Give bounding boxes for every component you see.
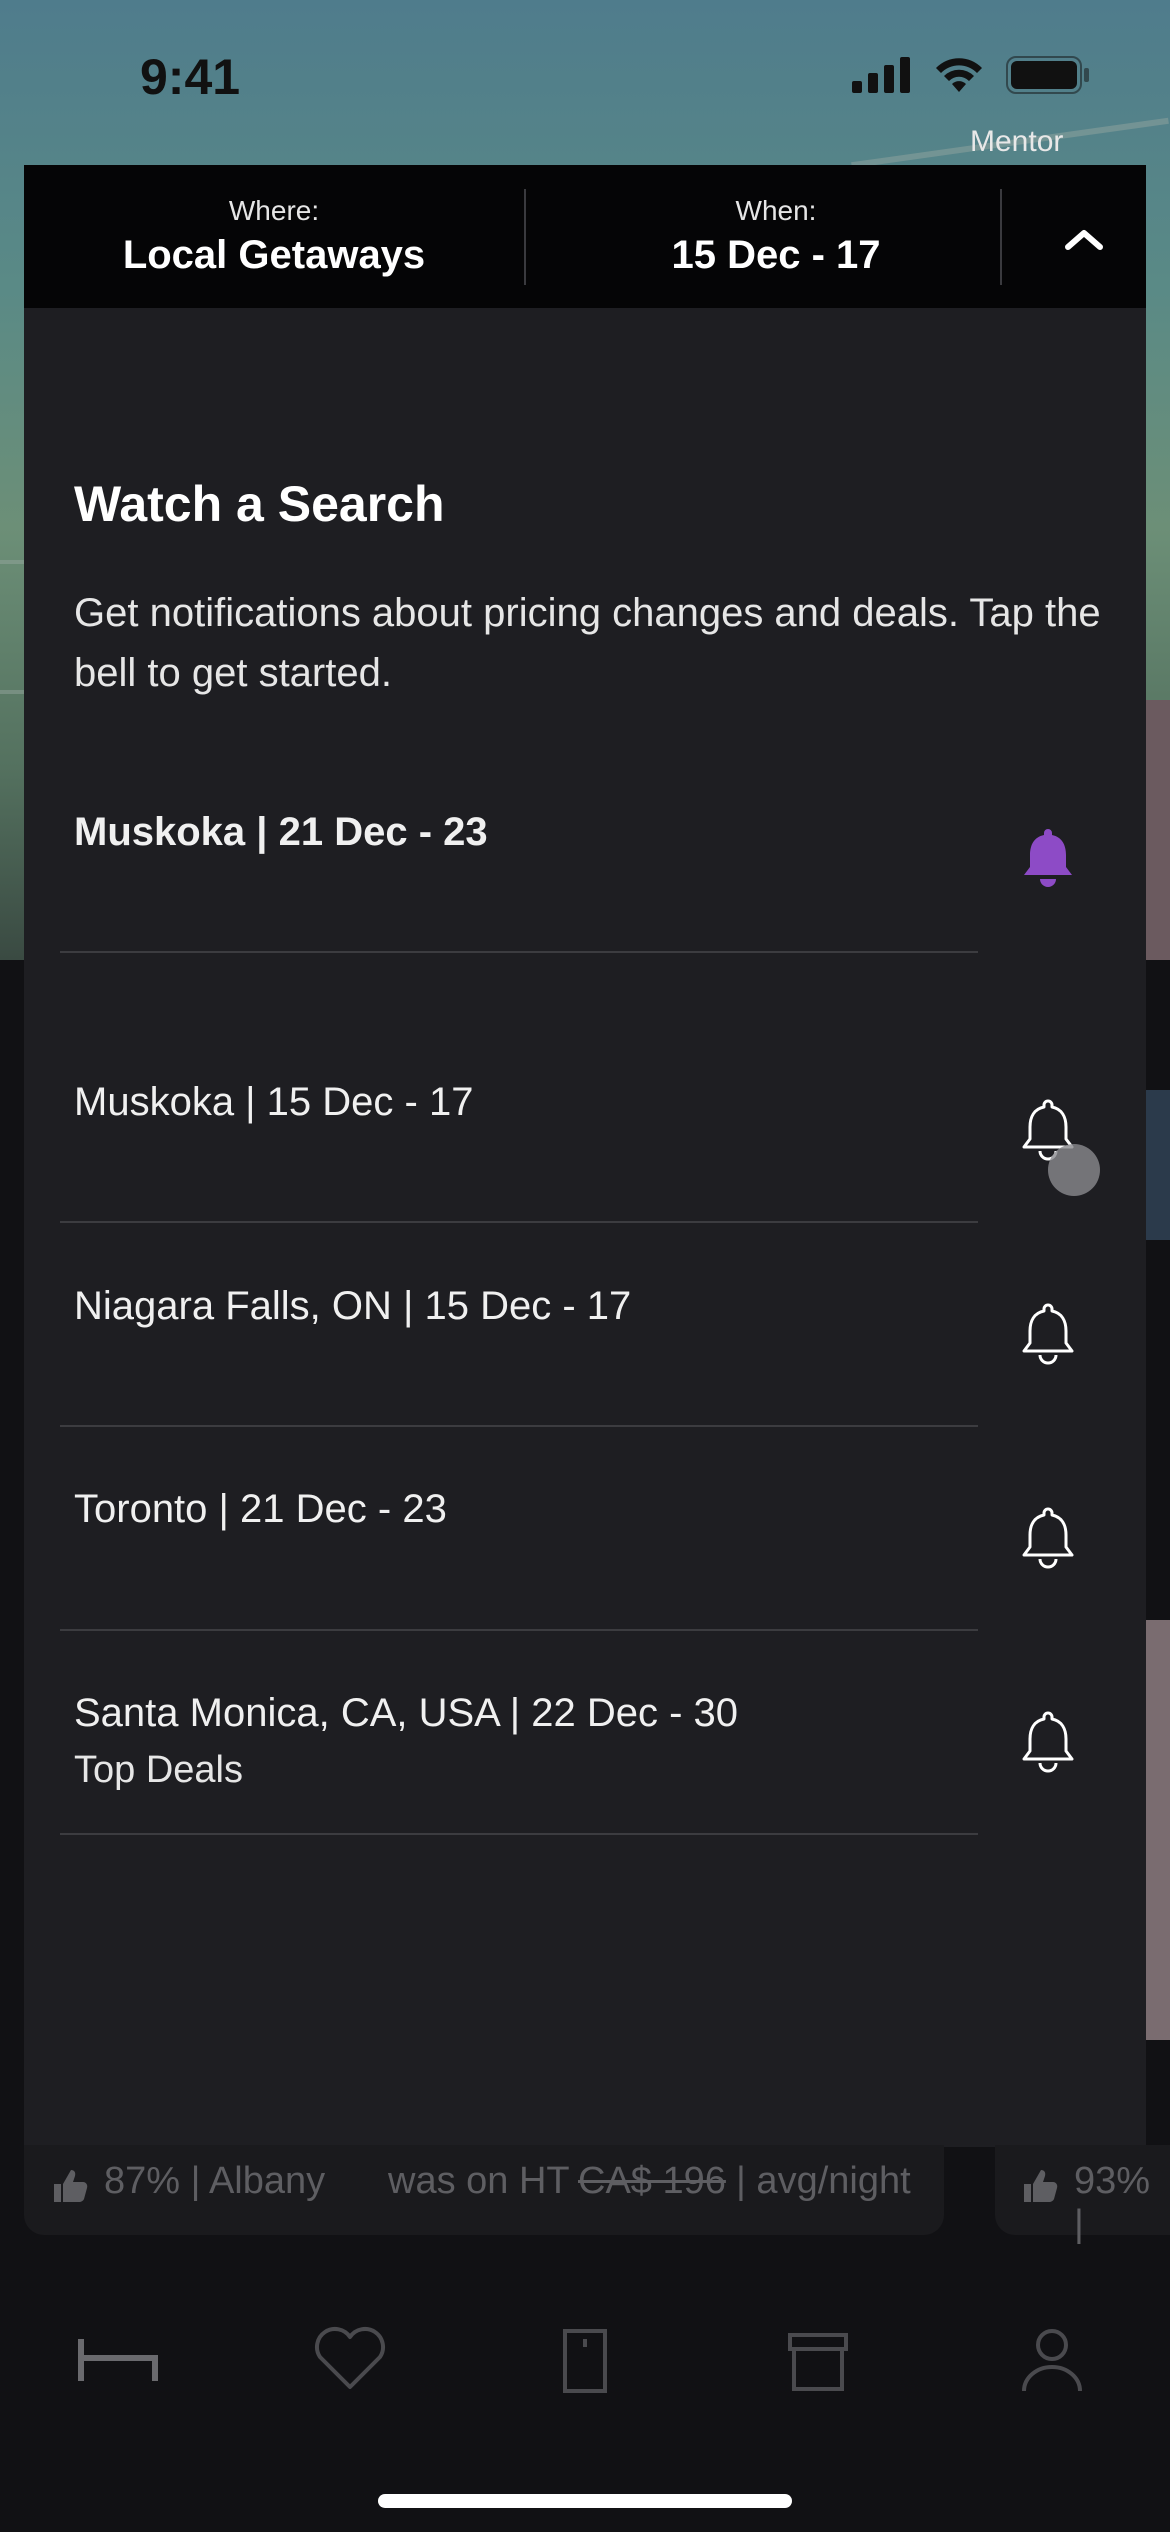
signal-icon	[852, 57, 910, 93]
wifi-icon	[936, 58, 982, 92]
status-icons	[852, 56, 1090, 94]
listing-per-night: | avg/night	[736, 2160, 911, 2202]
touch-indicator	[1048, 1144, 1100, 1196]
map-label: Mentor	[970, 125, 1064, 158]
watch-row-label: Toronto | 21 Dec - 23	[74, 1487, 447, 1531]
where-field[interactable]: Where: Local Getaways	[24, 165, 524, 308]
chevron-up-icon[interactable]	[1054, 213, 1114, 263]
heart-icon[interactable]	[310, 2325, 390, 2395]
watch-row[interactable]: Toronto | 21 Dec - 23	[24, 1487, 1146, 1687]
watch-title: Watch a Search	[74, 476, 445, 532]
when-label: When:	[735, 195, 817, 226]
bell-filled-icon[interactable]	[1016, 825, 1080, 889]
thumbs-up-icon	[1024, 2170, 1058, 2202]
row-divider	[60, 1425, 978, 1427]
watch-row[interactable]: Niagara Falls, ON | 15 Dec - 17	[24, 1284, 1146, 1484]
search-header: Where: Local Getaways When: 15 Dec - 17	[24, 165, 1146, 308]
bed-icon[interactable]	[78, 2325, 158, 2395]
watch-row-label: Niagara Falls, ON | 15 Dec - 17	[74, 1284, 632, 1328]
listing-rating: 87% | Albany	[104, 2160, 326, 2202]
watch-search-panel: Where: Local Getaways When: 15 Dec - 17 …	[24, 165, 1146, 2147]
where-value: Local Getaways	[122, 233, 426, 277]
bell-icon[interactable]	[1016, 1505, 1080, 1569]
watch-row-subtitle: Top Deals	[74, 1749, 243, 1791]
when-value: 15 Dec - 17	[671, 233, 881, 277]
where-label: Where:	[228, 195, 320, 226]
header-divider	[1000, 189, 1002, 285]
bell-icon[interactable]	[1016, 1301, 1080, 1365]
watch-row-label: Santa Monica, CA, USA | 22 Dec - 30	[74, 1691, 739, 1735]
listing-was-on: was on HT	[388, 2160, 570, 2202]
row-divider	[60, 951, 978, 953]
watch-row[interactable]: Muskoka | 21 Dec - 23	[24, 810, 1146, 1010]
listing-old-price: CA$ 196	[578, 2160, 726, 2202]
watch-description: Get notifications about pricing changes …	[74, 591, 1101, 695]
row-divider	[60, 1629, 978, 1631]
battery-icon	[1006, 56, 1089, 94]
watch-row[interactable]: Santa Monica, CA, USA | 22 Dec - 30 Top …	[24, 1691, 1146, 1891]
watch-row-label: Muskoka | 15 Dec - 17	[74, 1080, 474, 1124]
listing-rating: 93% |	[1074, 2160, 1151, 2245]
row-divider	[60, 1833, 978, 1835]
home-indicator[interactable]	[378, 2494, 792, 2508]
row-divider	[60, 1221, 978, 1223]
user-icon[interactable]	[1012, 2325, 1092, 2395]
bell-icon[interactable]	[1016, 1709, 1080, 1773]
gift-icon[interactable]	[778, 2325, 858, 2395]
thumbs-up-icon	[54, 2170, 88, 2202]
watch-row-label: Muskoka | 21 Dec - 23	[74, 810, 488, 854]
watch-row[interactable]: Muskoka | 15 Dec - 17	[24, 1080, 1146, 1280]
door-icon[interactable]	[545, 2325, 625, 2395]
when-field[interactable]: When: 15 Dec - 17	[526, 165, 1026, 308]
status-time: 9:41	[140, 49, 241, 105]
